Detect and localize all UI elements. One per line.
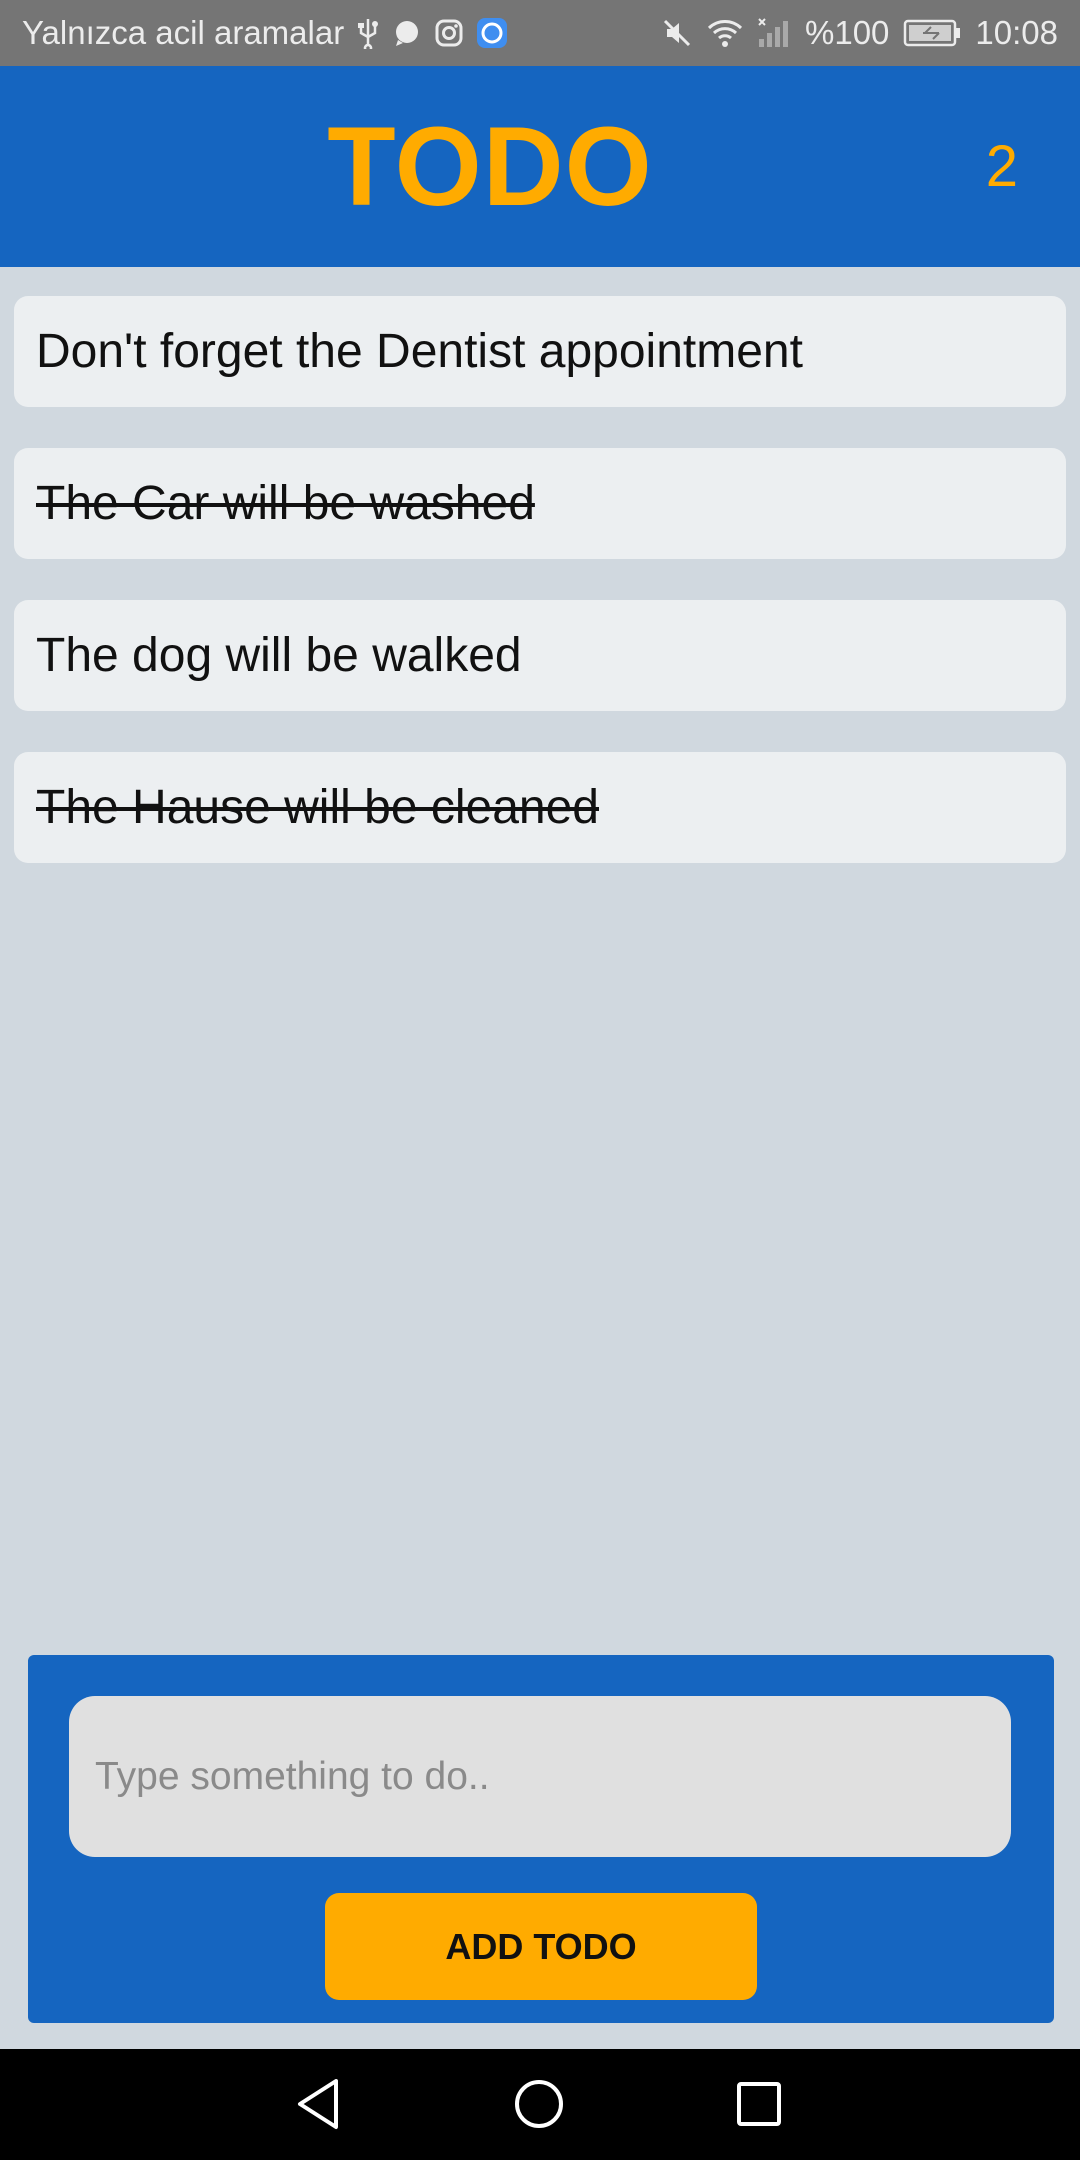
todo-item-completed[interactable]: The Car will be washed [14,448,1066,559]
usb-icon [356,17,380,49]
add-todo-panel: ADD TODO [28,1655,1054,2023]
instagram-icon [434,18,464,48]
app-title: TODO [327,104,653,229]
todo-item[interactable]: The dog will be walked [14,600,1066,711]
recents-icon[interactable] [726,2071,792,2137]
status-bar-right: %100 10:08 [661,14,1058,52]
battery-text: %100 [805,14,890,51]
back-icon[interactable] [286,2071,352,2137]
todo-item-text: Don't forget the Dentist appointment [36,325,803,378]
home-icon[interactable] [506,2071,572,2137]
signal-icon [757,17,791,49]
status-bar: Yalnızca acil aramalar %100 10:08 [0,0,1080,66]
todo-count-badge: 2 [985,134,1018,199]
todo-input[interactable] [69,1696,1011,1857]
message-icon [392,18,422,48]
todo-list: Don't forget the Dentist appointment The… [14,296,1066,904]
todo-item[interactable]: Don't forget the Dentist appointment [14,296,1066,407]
battery-icon [903,19,961,47]
wifi-icon [707,18,743,48]
status-bar-left: Yalnızca acil aramalar [22,14,508,52]
todo-item-completed[interactable]: The Hause will be cleaned [14,752,1066,863]
todo-item-text: The Hause will be cleaned [36,781,599,834]
carrier-text: Yalnızca acil aramalar [22,14,345,51]
clock: 10:08 [975,14,1058,51]
todo-item-text: The dog will be walked [36,629,522,682]
navigation-bar [0,2049,1080,2160]
app-icon [476,17,508,49]
mute-icon [661,17,693,49]
add-todo-button[interactable]: ADD TODO [325,1893,757,2000]
app-header: TODO 2 [0,66,1080,267]
todo-item-text: The Car will be washed [36,477,535,530]
